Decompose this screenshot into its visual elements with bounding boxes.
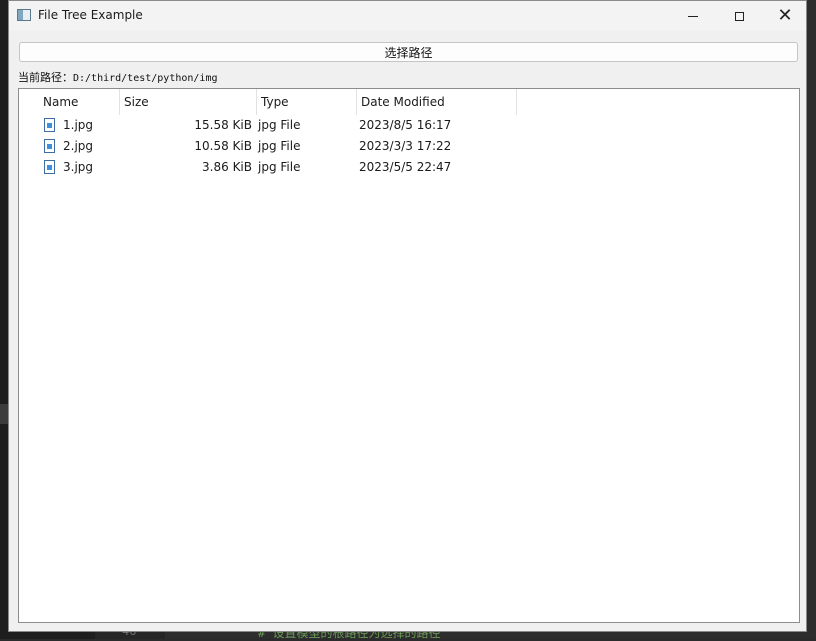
file-tree-view[interactable]: Name Size Type Date Modified 1.jpg 15.58… xyxy=(18,88,800,623)
file-size: 3.86 KiB xyxy=(202,160,252,174)
close-button[interactable]: ✕ xyxy=(762,1,808,31)
file-type: jpg File xyxy=(258,139,301,153)
maximize-icon xyxy=(734,11,744,21)
current-path-row: 当前路径：D:/third/test/python/img xyxy=(18,69,218,85)
file-date-modified: 2023/5/5 22:47 xyxy=(359,160,452,174)
column-header-name[interactable]: Name xyxy=(43,89,119,115)
app-window-icon xyxy=(17,9,31,21)
column-header-filler xyxy=(516,89,801,115)
file-date-modified: 2023/3/3 17:22 xyxy=(359,139,452,153)
maximize-button[interactable] xyxy=(716,1,762,31)
file-size: 10.58 KiB xyxy=(194,139,252,153)
minimize-icon xyxy=(688,15,698,17)
file-type: jpg File xyxy=(258,118,301,132)
choose-path-button[interactable]: 选择路径 xyxy=(19,42,798,62)
tree-header: Name Size Type Date Modified xyxy=(19,89,799,115)
file-name: 2.jpg xyxy=(63,139,94,153)
table-row[interactable]: 2.jpg 10.58 KiB jpg File 2023/3/3 17:22 xyxy=(19,136,799,157)
table-row[interactable]: 3.jpg 3.86 KiB jpg File 2023/5/5 22:47 xyxy=(19,157,799,178)
title-bar[interactable]: File Tree Example ✕ xyxy=(9,1,806,31)
file-name: 1.jpg xyxy=(63,118,94,132)
file-name: 3.jpg xyxy=(63,160,94,174)
file-type: jpg File xyxy=(258,160,301,174)
app-window: File Tree Example ✕ 选择路径 当前路径：D:/third/t… xyxy=(8,0,807,632)
image-file-icon xyxy=(44,160,55,174)
minimize-button[interactable] xyxy=(670,1,716,31)
table-row[interactable]: 1.jpg 15.58 KiB jpg File 2023/8/5 16:17 xyxy=(19,115,799,136)
file-size: 15.58 KiB xyxy=(194,118,252,132)
window-title: File Tree Example xyxy=(38,8,143,22)
column-header-size[interactable]: Size xyxy=(119,89,256,115)
file-date-modified: 2023/8/5 16:17 xyxy=(359,118,452,132)
column-header-type[interactable]: Type xyxy=(256,89,356,115)
close-icon: ✕ xyxy=(777,5,793,26)
image-file-icon xyxy=(44,139,55,153)
current-path-value: D:/third/test/python/img xyxy=(73,73,218,84)
column-header-date-modified[interactable]: Date Modified xyxy=(356,89,516,115)
background-scroll-marker xyxy=(0,404,8,424)
current-path-label: 当前路径： xyxy=(18,71,73,84)
image-file-icon xyxy=(44,118,55,132)
